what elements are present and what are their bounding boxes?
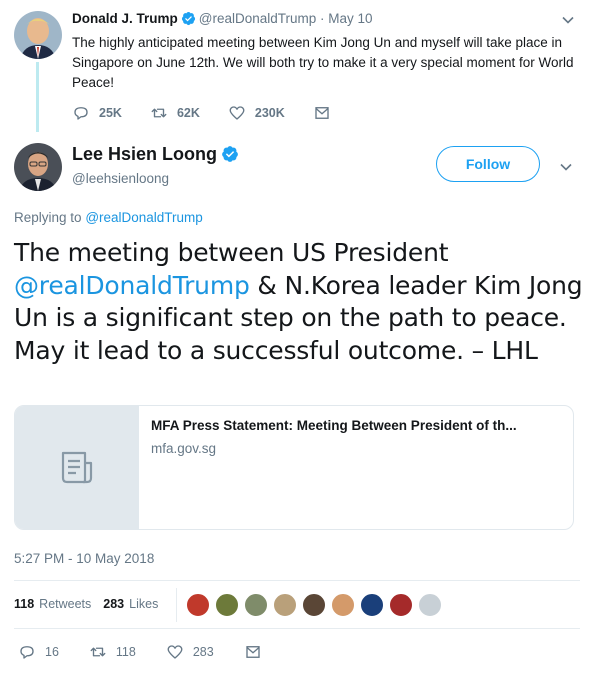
- card-title[interactable]: MFA Press Statement: Meeting Between Pre…: [151, 418, 517, 433]
- replying-to: Replying to @realDonaldTrump: [14, 210, 203, 225]
- retweets-stat-label: Retweets: [39, 597, 92, 611]
- retweet-count: 62K: [176, 106, 200, 120]
- replying-prefix: Replying to: [14, 210, 82, 225]
- direct-message-button[interactable]: [244, 643, 271, 661]
- main-author-name-text: Lee Hsien Loong: [72, 144, 218, 164]
- likes-stat-label: Likes: [129, 597, 159, 611]
- retweet-count: 118: [115, 645, 136, 659]
- retweet-button[interactable]: 118: [89, 643, 136, 661]
- direct-message-button[interactable]: [313, 104, 340, 122]
- like-button[interactable]: 283: [166, 643, 214, 661]
- reply-count: 25K: [99, 106, 122, 120]
- reply-button[interactable]: 25K: [72, 104, 122, 122]
- main-tweet-header: Lee Hsien Loong @leehsienloong Follow: [0, 140, 594, 200]
- reply-count: 16: [45, 645, 59, 659]
- reply-button[interactable]: 16: [18, 643, 59, 661]
- like-count: 230K: [254, 106, 285, 120]
- document-icon: [61, 451, 92, 483]
- retweet-icon: [151, 108, 167, 118]
- replying-to-link[interactable]: @realDonaldTrump: [85, 210, 203, 225]
- chevron-down-icon[interactable]: [559, 160, 573, 174]
- likes-stat[interactable]: 283 Likes: [103, 597, 158, 611]
- mention-link[interactable]: @realDonaldTrump: [14, 271, 250, 300]
- main-tweet-text: The meeting between US President @realDo…: [14, 237, 586, 367]
- liker-avatar[interactable]: [302, 593, 326, 617]
- parent-actions: 25K 62K 230K: [72, 104, 368, 122]
- retweets-stat-count: 118: [14, 597, 35, 611]
- liker-avatar[interactable]: [389, 593, 413, 617]
- parent-tweet-text: The highly anticipated meeting between K…: [72, 35, 574, 90]
- verified-badge-icon: [181, 11, 195, 26]
- like-count: 283: [192, 645, 214, 659]
- retweet-button[interactable]: 62K: [150, 104, 200, 122]
- heart-icon: [167, 645, 183, 659]
- main-author-handle[interactable]: @leehsienloong: [72, 171, 169, 186]
- reply-icon: [74, 107, 88, 120]
- parent-author-name[interactable]: Donald J. Trump: [72, 11, 178, 26]
- reply-icon: [20, 646, 34, 659]
- tweet-stats: 118 Retweets 283 Likes: [14, 597, 170, 611]
- lee-avatar[interactable]: [14, 143, 62, 191]
- parent-date[interactable]: · May 10: [320, 11, 373, 26]
- card-thumbnail: [15, 406, 139, 529]
- main-actions: 16 118 283: [18, 643, 301, 661]
- link-card[interactable]: MFA Press Statement: Meeting Between Pre…: [14, 405, 574, 530]
- liker-avatar[interactable]: [273, 593, 297, 617]
- parent-header: Donald J. Trump @realDonaldTrump · May 10: [72, 11, 373, 26]
- like-button[interactable]: 230K: [228, 104, 285, 122]
- parent-author-handle[interactable]: @realDonaldTrump: [199, 11, 317, 26]
- liker-avatar[interactable]: [331, 593, 355, 617]
- liker-avatar[interactable]: [244, 593, 268, 617]
- thread-line: [36, 62, 39, 132]
- chevron-down-icon[interactable]: [561, 13, 575, 27]
- follow-button[interactable]: Follow: [436, 146, 540, 182]
- envelope-icon: [246, 646, 260, 658]
- tweet-text-part1: The meeting between US President: [14, 238, 449, 267]
- main-author-name[interactable]: Lee Hsien Loong: [72, 144, 242, 165]
- trump-avatar[interactable]: [14, 11, 62, 59]
- verified-badge-icon: [222, 146, 238, 162]
- envelope-icon: [315, 107, 329, 119]
- card-domain: mfa.gov.sg: [151, 441, 217, 456]
- liker-avatars: [186, 593, 447, 617]
- retweet-icon: [90, 647, 106, 657]
- stats-divider: [176, 588, 177, 622]
- retweets-stat[interactable]: 118 Retweets: [14, 597, 91, 611]
- divider: [14, 628, 580, 629]
- liker-avatar[interactable]: [360, 593, 384, 617]
- divider: [14, 580, 580, 581]
- liker-avatar[interactable]: [186, 593, 210, 617]
- parent-tweet[interactable]: Donald J. Trump @realDonaldTrump · May 10…: [0, 0, 594, 140]
- liker-avatar[interactable]: [418, 593, 442, 617]
- likes-stat-count: 283: [103, 597, 125, 611]
- liker-avatar[interactable]: [215, 593, 239, 617]
- tweet-timestamp[interactable]: 5:27 PM - 10 May 2018: [14, 551, 154, 566]
- heart-icon: [229, 106, 245, 120]
